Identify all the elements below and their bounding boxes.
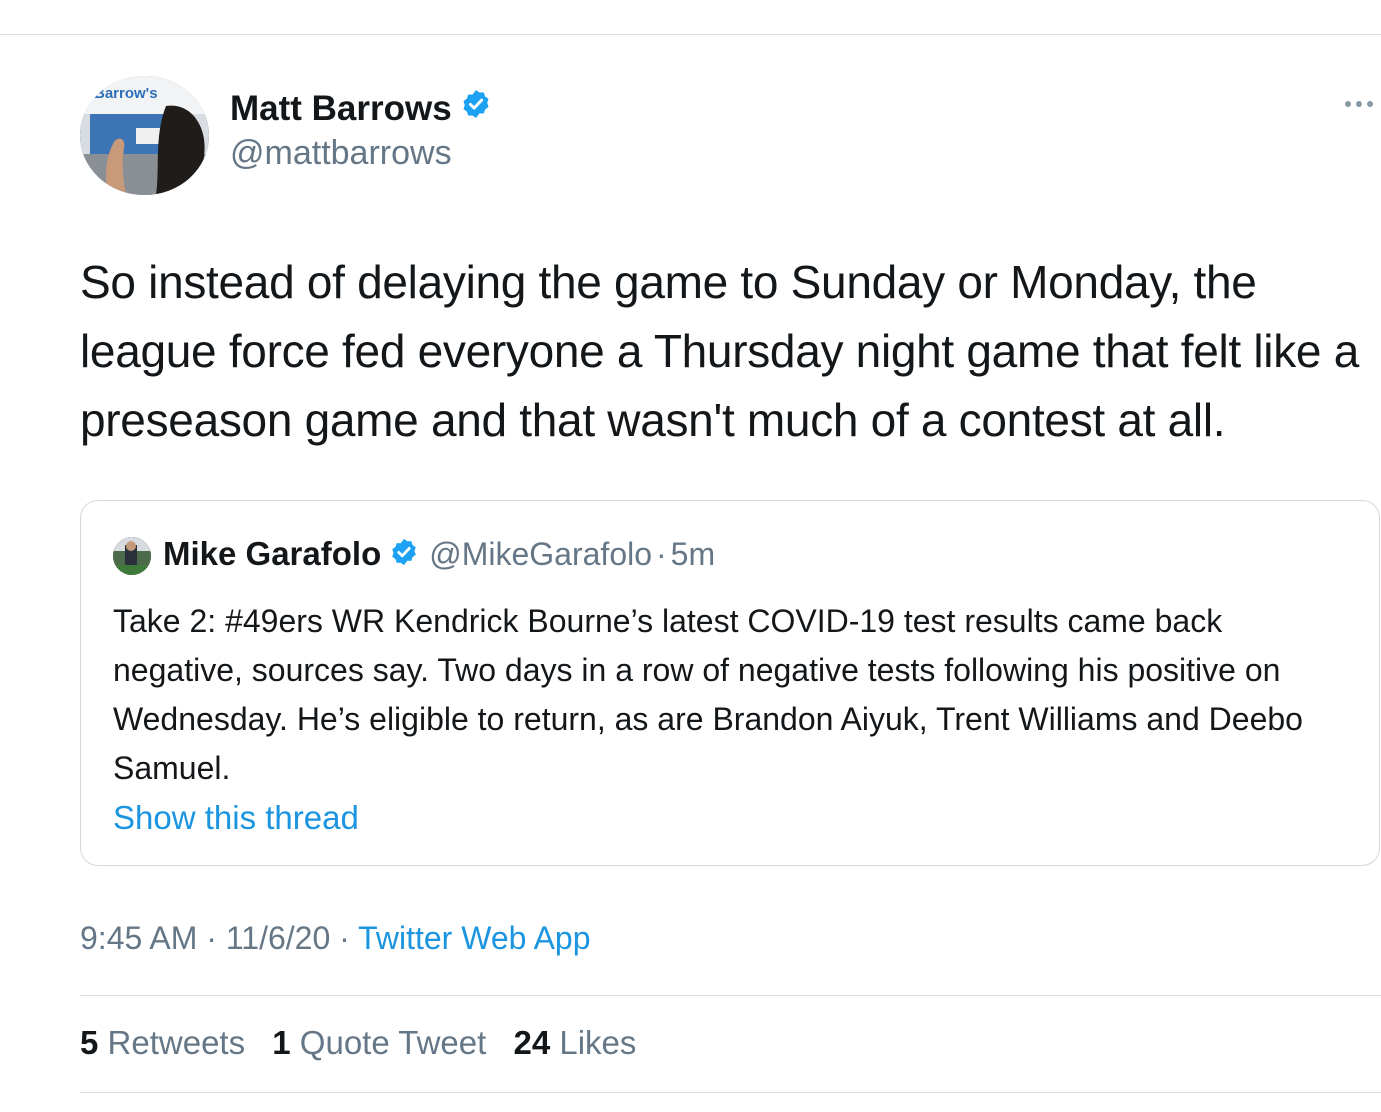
author-handle[interactable]: @mattbarrows xyxy=(230,134,452,173)
quote-tweets-stat[interactable]: 1 Quote Tweet xyxy=(272,1024,486,1061)
top-divider xyxy=(0,34,1381,35)
tweet-meta: 9:45 AM · 11/6/20 · Twitter Web App xyxy=(80,920,591,957)
more-dot-1 xyxy=(1345,101,1351,107)
quoted-tweet-text: Take 2: #49ers WR Kendrick Bourne’s late… xyxy=(113,603,1303,786)
quoted-author-handle: @MikeGarafolo xyxy=(429,535,653,572)
quoted-tweet[interactable]: Mike Garafolo @MikeGarafolo · 5m Take 2:… xyxy=(80,500,1380,866)
more-dot-2 xyxy=(1356,101,1362,107)
quoted-time: 5m xyxy=(670,535,716,572)
quoted-author-avatar xyxy=(113,537,151,575)
quoted-header: Mike Garafolo @MikeGarafolo · 5m xyxy=(163,535,715,573)
quote-tweets-count: 1 xyxy=(272,1024,291,1061)
quoted-author-name: Mike Garafolo xyxy=(163,535,382,572)
tweet-date[interactable]: 11/6/20 xyxy=(226,920,330,956)
retweets-count: 5 xyxy=(80,1024,99,1061)
more-horizontal-icon[interactable] xyxy=(1345,94,1381,114)
stats-bottom-divider xyxy=(80,1092,1381,1093)
quoted-separator: · xyxy=(656,535,667,572)
meta-separator-2: · xyxy=(330,920,359,956)
quoted-verified-badge-icon xyxy=(389,537,419,572)
show-thread-link[interactable]: Show this thread xyxy=(113,799,359,837)
tweet-source-link[interactable]: Twitter Web App xyxy=(358,920,590,956)
likes-count: 24 xyxy=(513,1024,551,1061)
author-name-row[interactable]: Matt Barrows xyxy=(230,88,492,129)
retweets-stat[interactable]: 5 Retweets xyxy=(80,1024,245,1061)
verified-badge-icon xyxy=(460,88,492,129)
author-avatar[interactable]: Barrow's xyxy=(80,76,209,195)
tweet-time[interactable]: 9:45 AM xyxy=(80,920,197,956)
avatar-logo-text: Barrow's xyxy=(94,85,158,102)
tweet-text: So instead of delaying the game to Sunda… xyxy=(80,256,1359,446)
quote-tweets-label: Quote Tweet xyxy=(299,1024,487,1061)
retweets-label: Retweets xyxy=(107,1024,246,1061)
likes-label: Likes xyxy=(559,1024,637,1061)
more-dot-3 xyxy=(1367,101,1373,107)
likes-stat[interactable]: 24 Likes xyxy=(513,1024,636,1061)
stats-top-divider xyxy=(80,995,1381,996)
meta-separator-1: · xyxy=(197,920,226,956)
author-name[interactable]: Matt Barrows xyxy=(230,89,452,129)
tweet-stats: 5 Retweets 1 Quote Tweet 24 Likes xyxy=(80,1024,654,1062)
